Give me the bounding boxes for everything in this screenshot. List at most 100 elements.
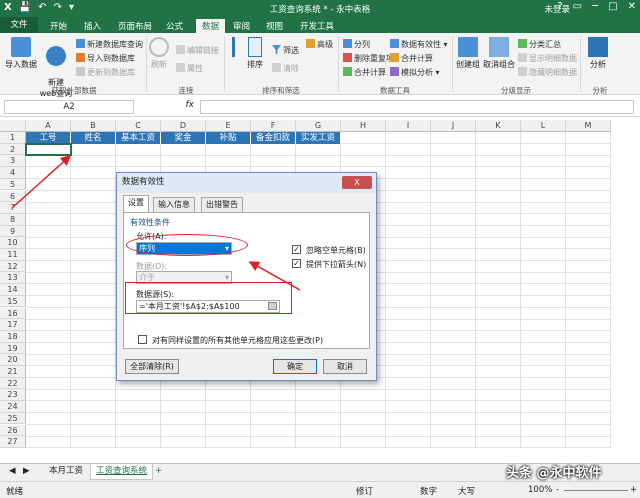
cell[interactable]	[521, 178, 566, 191]
cell[interactable]	[521, 284, 566, 297]
cell[interactable]	[71, 424, 116, 437]
cell[interactable]	[71, 237, 116, 250]
cell[interactable]	[431, 342, 476, 355]
column-header[interactable]: M	[566, 120, 611, 132]
cell[interactable]	[71, 284, 116, 297]
cell[interactable]	[26, 330, 71, 343]
header-cell[interactable]: 实发工资	[296, 132, 341, 144]
cell[interactable]	[386, 155, 431, 168]
cell[interactable]	[26, 412, 71, 425]
cell[interactable]	[341, 132, 386, 144]
close-icon[interactable]: ✕	[628, 1, 636, 12]
cell[interactable]	[71, 249, 116, 261]
cell[interactable]	[521, 366, 566, 378]
column-header[interactable]: J	[431, 120, 476, 132]
cell[interactable]	[26, 272, 71, 285]
cell[interactable]	[521, 330, 566, 343]
cell[interactable]	[26, 249, 71, 261]
cell[interactable]	[116, 424, 161, 437]
column-header[interactable]: K	[476, 120, 521, 132]
dialog-close-button[interactable]: X	[342, 176, 372, 189]
cell[interactable]	[566, 213, 611, 226]
cell[interactable]	[206, 424, 251, 437]
selected-cell-a2[interactable]	[25, 142, 72, 157]
cell[interactable]	[521, 132, 566, 144]
cell[interactable]	[161, 389, 206, 402]
column-header[interactable]: G	[296, 120, 341, 132]
cell[interactable]	[476, 401, 521, 414]
cell[interactable]	[251, 424, 296, 437]
cell[interactable]	[566, 237, 611, 250]
cell[interactable]	[566, 202, 611, 215]
cell[interactable]	[161, 424, 206, 437]
column-header[interactable]: A	[26, 120, 71, 132]
cell[interactable]	[431, 143, 476, 156]
cell[interactable]	[431, 330, 476, 343]
header-cell[interactable]: 奖金	[161, 132, 206, 144]
cell[interactable]	[26, 295, 71, 308]
cell[interactable]	[431, 424, 476, 437]
cell[interactable]	[521, 424, 566, 437]
remove-duplicates-button[interactable]: 删除重复项	[343, 53, 394, 64]
cell[interactable]	[431, 167, 476, 180]
cell[interactable]	[521, 412, 566, 425]
cell[interactable]	[386, 330, 431, 343]
cell[interactable]	[386, 284, 431, 297]
cell[interactable]	[476, 143, 521, 156]
cell[interactable]	[161, 412, 206, 425]
cell[interactable]	[476, 342, 521, 355]
cell[interactable]	[386, 167, 431, 180]
cell[interactable]	[26, 237, 71, 250]
cell[interactable]	[296, 424, 341, 437]
cell[interactable]	[26, 167, 71, 180]
cell[interactable]	[431, 295, 476, 308]
ungroup-button[interactable]: 取消组合	[482, 37, 516, 70]
show-detail-button[interactable]: 显示明细数据	[518, 53, 577, 64]
update-to-db-button[interactable]: 更新到数据库	[76, 67, 135, 78]
cell[interactable]	[476, 307, 521, 320]
cell[interactable]	[431, 366, 476, 378]
cell[interactable]	[26, 260, 71, 273]
cell[interactable]	[206, 436, 251, 449]
cell[interactable]	[431, 190, 476, 203]
cell[interactable]	[386, 436, 431, 449]
cell[interactable]	[566, 225, 611, 238]
row-header[interactable]: 20	[0, 354, 26, 366]
apply-all-checkbox[interactable]	[138, 335, 147, 344]
cell[interactable]	[296, 401, 341, 414]
cell[interactable]	[116, 143, 161, 156]
cell[interactable]	[431, 155, 476, 168]
cell[interactable]	[566, 178, 611, 191]
cell[interactable]	[26, 424, 71, 437]
cell[interactable]	[521, 319, 566, 332]
row-header[interactable]: 19	[0, 342, 26, 355]
cell[interactable]	[476, 202, 521, 215]
tab-view[interactable]: 视图	[266, 20, 283, 32]
cell[interactable]	[566, 132, 611, 144]
cell[interactable]	[26, 190, 71, 203]
cell[interactable]	[521, 225, 566, 238]
cell[interactable]	[71, 178, 116, 191]
cell[interactable]	[341, 424, 386, 437]
tab-data[interactable]: 数据	[196, 19, 226, 33]
cell[interactable]	[26, 377, 71, 390]
cell[interactable]	[566, 155, 611, 168]
fx-icon[interactable]: fx	[140, 100, 195, 114]
cell[interactable]	[71, 412, 116, 425]
cell[interactable]	[251, 143, 296, 156]
cell[interactable]	[431, 213, 476, 226]
cell[interactable]	[521, 155, 566, 168]
cell[interactable]	[251, 436, 296, 449]
add-sheet-button[interactable]: +	[150, 464, 167, 480]
cell[interactable]	[566, 401, 611, 414]
cell[interactable]	[521, 295, 566, 308]
tab-formulas[interactable]: 公式	[166, 20, 183, 32]
row-header[interactable]: 3	[0, 155, 26, 168]
tab-review[interactable]: 审阅	[233, 20, 250, 32]
cell[interactable]	[566, 260, 611, 273]
row-header[interactable]: 6	[0, 190, 26, 203]
cell[interactable]	[296, 155, 341, 168]
cell[interactable]	[386, 307, 431, 320]
cell[interactable]	[521, 260, 566, 273]
row-header[interactable]: 17	[0, 319, 26, 331]
